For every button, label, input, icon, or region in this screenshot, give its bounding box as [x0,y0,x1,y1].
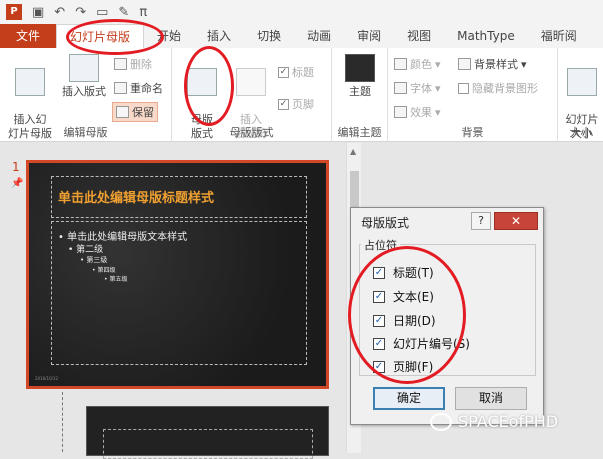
theme-icon [345,54,375,82]
fonts-button[interactable]: 字体 ▾ [394,80,441,96]
insert-layout-button[interactable]: 插入版式 [58,54,110,99]
group-label-edit-theme: 编辑主题 [337,126,382,139]
dialog-title: 母版版式 [361,216,410,230]
slideshow-icon[interactable]: ▭ [96,5,108,20]
slide-number: 1 [12,160,20,174]
hide-background-checkbox[interactable]: 隐藏背景图形 [458,80,538,96]
colors-icon [394,58,407,70]
layout-connector [62,392,63,452]
ok-button[interactable]: 确定 [373,387,445,410]
scroll-up-icon[interactable]: ▲ [350,147,356,156]
watermark: SPACEofPHD [430,412,558,431]
body-placeholder: • 单击此处编辑母版文本样式 • 第二级 • 第三级 • 第四级 • 第五级 [51,221,307,365]
text-level-3: • 第三级 [80,256,108,264]
fonts-icon [394,82,407,94]
group-label-background: 背景 [461,126,484,139]
effects-button[interactable]: 效果 ▾ [394,104,441,120]
theme-button[interactable]: 主题 [340,54,380,99]
tab-insert[interactable]: 插入 [194,24,244,48]
slide-master-thumbnail[interactable]: 单击此处编辑母版标题样式 • 单击此处编辑母版文本样式 • 第二级 • 第三级 … [26,160,329,389]
group-label-master-layout: 母版版式 [229,126,274,139]
wechat-logo-icon [430,412,452,431]
insert-placeholder-icon [236,68,266,96]
master-title-text: 单击此处编辑母版标题样式 [58,191,215,206]
text-level-4: • 第四级 [92,267,116,274]
close-button[interactable]: ✕ [494,212,538,230]
preserve-button[interactable]: 保留 [112,102,158,122]
background-styles-icon [458,58,471,70]
annotation-ring-slide-master-tab [66,19,164,55]
footer-checkbox[interactable]: ✓ 页脚 [278,96,314,112]
insert-layout-icon [69,54,99,82]
help-button[interactable]: ? [471,212,491,230]
tab-file[interactable]: 文件 [0,24,57,48]
slide-size-icon [567,68,597,96]
pin-icon: 📌 [11,178,24,189]
delete-icon [114,58,127,70]
preserve-icon [116,106,129,118]
rename-icon [114,82,127,94]
group-size: 幻灯片 大小 大小 [558,48,603,142]
effects-icon [394,106,407,118]
delete-button[interactable]: 删除 [114,56,152,72]
cancel-button[interactable]: 取消 [455,387,527,410]
title-checkbox[interactable]: ✓ 标题 [278,64,314,80]
paint-icon[interactable]: ✎ [118,5,129,20]
undo-icon[interactable]: ↶ [54,5,65,20]
text-level-1: • 单击此处编辑母版文本样式 [58,232,188,243]
group-edit-master: 插入幻 灯片母版 插入版式 删除 重命名 保留 编辑母版 [0,48,172,142]
powerpoint-logo-icon: P [6,4,22,20]
layout-placeholder [103,429,313,459]
group-edit-theme: 主题 编辑主题 [332,48,388,142]
ribbon: 插入幻 灯片母版 插入版式 删除 重命名 保留 编辑母版 母版 版式 插入 占位… [0,48,603,142]
tab-review[interactable]: 审阅 [344,24,394,48]
group-label-edit-master: 编辑母版 [63,126,108,139]
annotation-ring-master-layout [184,46,234,126]
tab-transitions[interactable]: 切换 [244,24,294,48]
background-styles-button[interactable]: 背景样式 ▾ [458,56,527,72]
insert-master-icon [15,68,45,96]
group-background: 颜色 ▾ 字体 ▾ 效果 ▾ 背景样式 ▾ 隐藏背景图形 背景 [388,48,558,142]
pi-icon[interactable]: π [139,5,147,20]
slide-footer: 2016/10/12 [35,376,59,381]
tab-foxit[interactable]: 福昕阅 [528,24,590,48]
colors-button[interactable]: 颜色 ▾ [394,56,441,72]
tab-animations[interactable]: 动画 [294,24,344,48]
tab-mathtype[interactable]: MathType [444,24,528,48]
redo-icon[interactable]: ↷ [75,5,86,20]
layout-thumbnail[interactable] [86,406,329,459]
save-icon[interactable]: ▣ [32,5,44,20]
group-label-size: 大小 [569,126,592,139]
tab-view[interactable]: 视图 [394,24,444,48]
title-placeholder: 单击此处编辑母版标题样式 [51,176,307,218]
rename-button[interactable]: 重命名 [114,80,163,96]
text-level-2: • 第二级 [68,245,104,255]
annotation-ring-placeholders [348,246,466,384]
text-level-5: • 第五级 [104,276,128,283]
